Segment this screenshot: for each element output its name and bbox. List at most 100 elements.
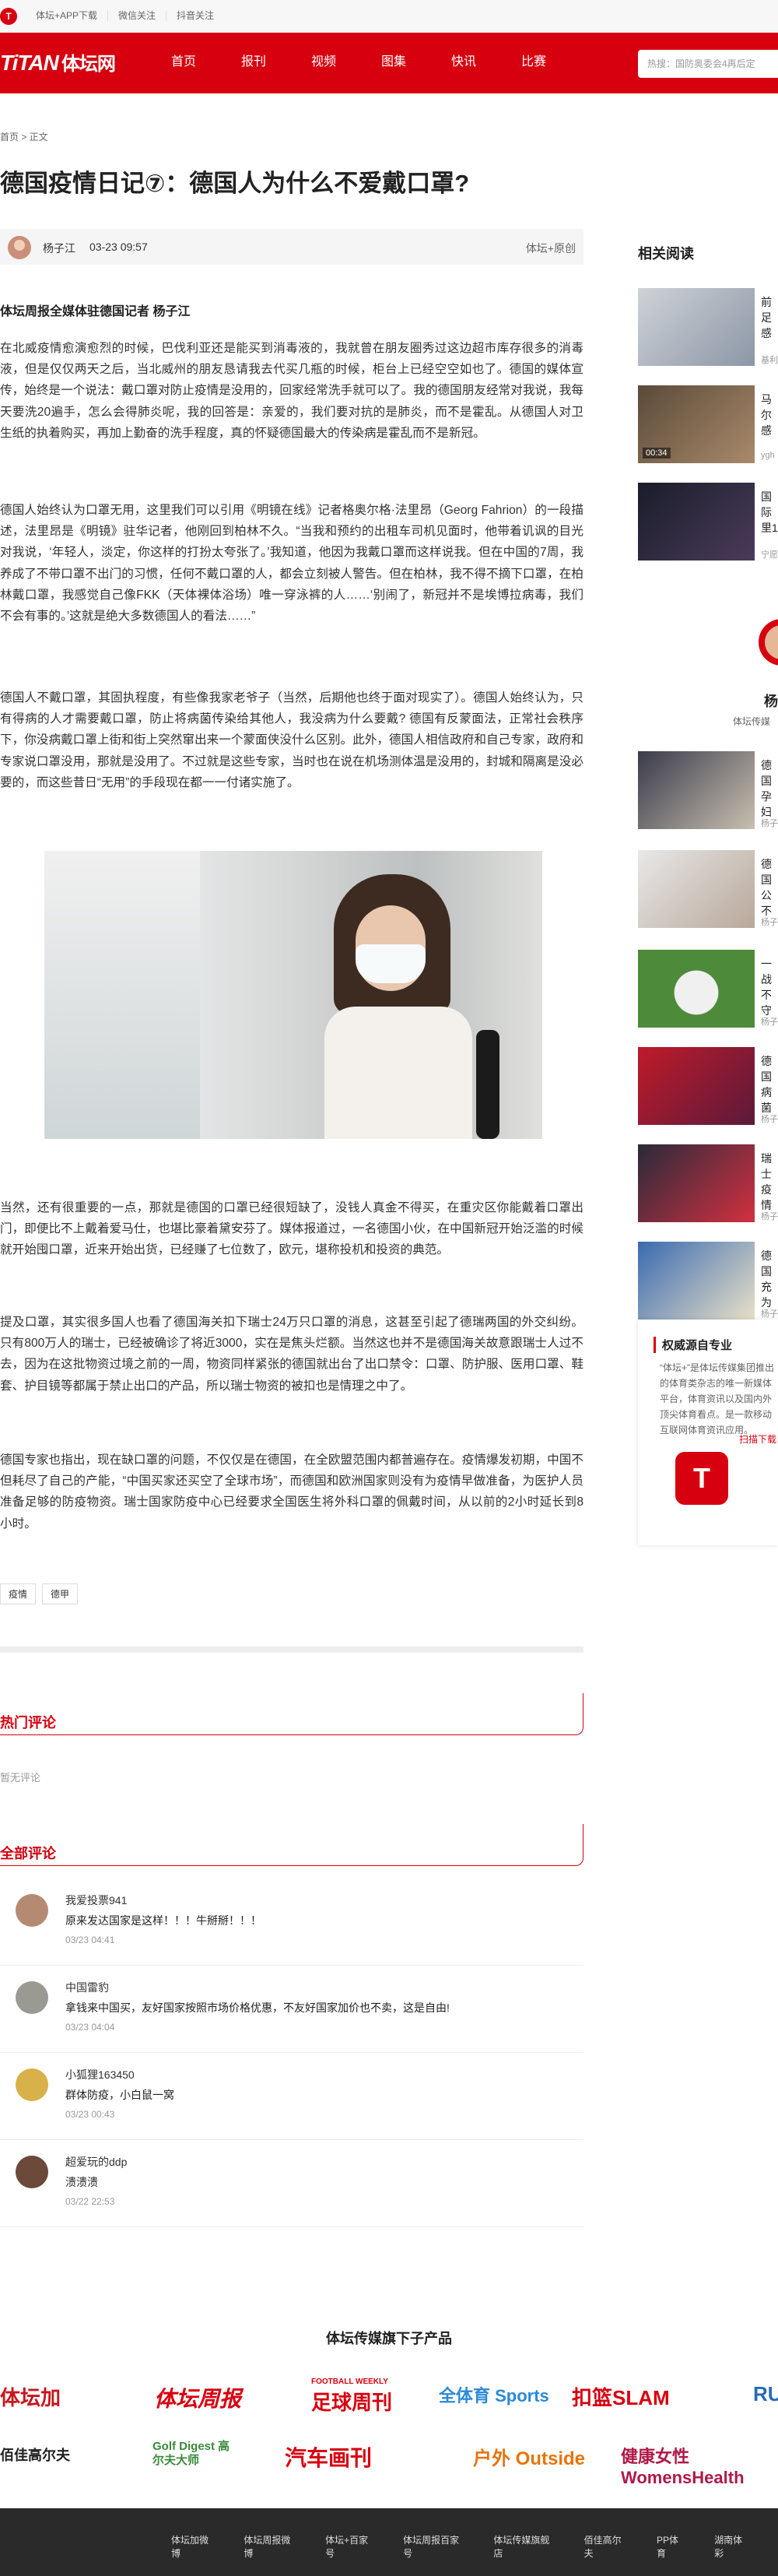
menu-home[interactable]: 首页 xyxy=(171,53,241,72)
menu-matches[interactable]: 比赛 xyxy=(521,53,591,72)
footer-link[interactable]: 体坛周报百家号 xyxy=(403,2533,465,2560)
video-duration: 00:34 xyxy=(643,448,671,459)
product-sports[interactable]: 全体育 Sports xyxy=(439,2382,549,2407)
related-title[interactable]: 前足感 xyxy=(761,294,778,341)
author-name[interactable]: 杨子江 xyxy=(43,241,75,256)
avatar[interactable] xyxy=(16,1894,48,1927)
avatar[interactable] xyxy=(16,2068,48,2101)
no-comments-text: 暂无评论 xyxy=(0,1772,41,1784)
footer-link[interactable]: 体坛加微博 xyxy=(171,2533,216,2560)
footer-links: 体坛加微博 体坛周报微博 体坛+百家号 体坛周报百家号 体坛传媒旗舰店 佰佳高尔… xyxy=(171,2533,778,2560)
footer-link[interactable]: 佰佳高尔夫 xyxy=(584,2533,629,2560)
comment-date: 03/23 04:41 xyxy=(65,1935,115,1945)
related-thumb: 00:34 xyxy=(638,385,755,463)
tag-epidemic[interactable]: 疫情 xyxy=(0,1583,37,1604)
related-item[interactable]: 国际里1 宁愿 xyxy=(638,483,778,561)
product-tiyujia[interactable]: 体坛加 xyxy=(0,2382,61,2411)
author-article-title[interactable]: 德国孕妇 xyxy=(761,757,778,820)
related-item[interactable]: 00:34 马尔感 ygh xyxy=(638,385,778,463)
author-article-item[interactable]: 瑞士疫情 杨子 xyxy=(638,1144,778,1222)
menu-news-flash[interactable]: 快讯 xyxy=(451,53,521,72)
product-golf-digest[interactable]: Golf Digest 高尔夫大师 xyxy=(152,2440,238,2468)
product-ru[interactable]: RU xyxy=(753,2382,778,2406)
menu-newspaper[interactable]: 报刊 xyxy=(241,53,311,72)
author-article-item[interactable]: 一战不守 杨子 xyxy=(638,950,778,1028)
menu-video[interactable]: 视频 xyxy=(311,53,381,72)
product-auto-pictorial[interactable]: 汽车画刊 xyxy=(285,2441,372,2472)
product-outside[interactable]: 户外 Outside xyxy=(473,2443,585,2470)
paragraph-6: 德国专家也指出，现在缺口罩的问题，不仅仅是在德国，在全欧盟范围内都普遍存在。疫情… xyxy=(0,1453,584,1530)
app-promo-title: 权威源自专业 xyxy=(654,1337,732,1353)
avatar[interactable] xyxy=(16,2156,48,2188)
search-input[interactable]: 热搜：国防奥委会4再后定 xyxy=(638,50,778,78)
author-profile-desc: 体坛传媒 xyxy=(733,716,771,727)
author-article-title[interactable]: 瑞士疫情 xyxy=(761,1151,778,1213)
comment-item: 中国雷豹 拿钱来中国买，友好国家按照市场价格优惠，不友好国家加价也不卖，这是自由… xyxy=(0,1966,584,2053)
scan-download-link[interactable]: 扫描下载 xyxy=(739,1432,776,1446)
comment-item: 超爱玩的ddp 溃溃溃 03/22 22:53 xyxy=(0,2140,584,2227)
app-logo-icon[interactable]: T xyxy=(675,1452,728,1505)
author-article-item[interactable]: 德国充为 杨子 xyxy=(638,1242,778,1320)
author-article-item[interactable]: 德国病菌 杨子 xyxy=(638,1047,778,1125)
tag-bundesliga[interactable]: 德甲 xyxy=(42,1583,79,1604)
site-logo-icon[interactable]: T xyxy=(0,8,17,25)
author-article-title[interactable]: 德国公不 xyxy=(761,856,778,919)
hot-comments-title: 热门评论 xyxy=(0,1715,56,1731)
sub-products-title: 体坛传媒旗下子产品 xyxy=(326,2331,452,2346)
author-article-item[interactable]: 德国公不 杨子 xyxy=(638,850,778,928)
footer-link[interactable]: 体坛传媒旗舰店 xyxy=(493,2533,555,2560)
wechat-follow-link[interactable]: 微信关注 xyxy=(107,10,166,21)
related-title[interactable]: 国际里1 xyxy=(761,489,778,536)
author-article-source: 杨子 xyxy=(761,1212,778,1221)
footer-link[interactable]: 体坛+百家号 xyxy=(325,2533,375,2560)
paragraph-1: 在北威疫情愈演愈烈的时候，巴伐利亚还是能买到消毒液的，我就曾在朋友圈秀过这边超市… xyxy=(0,342,584,440)
hot-comments-header: 热门评论 xyxy=(0,1693,584,1735)
all-comments-title: 全部评论 xyxy=(0,1846,56,1861)
footer-link[interactable]: PP体育 xyxy=(657,2533,686,2560)
comment-user[interactable]: 中国雷豹 xyxy=(65,1980,109,1995)
douyin-follow-link[interactable]: 抖音关注 xyxy=(166,10,224,21)
comment-user[interactable]: 我爱投票941 xyxy=(65,1892,127,1908)
related-thumb xyxy=(638,288,755,366)
comment-user[interactable]: 小狐狸163450 xyxy=(65,2067,135,2082)
product-football-weekly[interactable]: 足球周刊 xyxy=(311,2387,392,2416)
product-titan-weekly[interactable]: 体坛周报 xyxy=(154,2382,241,2413)
paragraph-2: 德国人始终认为口罩无用，这里我们可以引用《明镜在线》记者格奥尔格·法里昂（Geo… xyxy=(0,504,584,624)
product-baijia-golf[interactable]: 佰佳高尔夫 xyxy=(0,2444,70,2465)
footer: 体坛加微博 体坛周报微博 体坛+百家号 体坛周报百家号 体坛传媒旗舰店 佰佳高尔… xyxy=(0,2508,778,2576)
app-promo-card: 权威源自专业 “体坛+”是体坛传媒集团推出的体育类杂志的唯一新媒体平台，体育资讯… xyxy=(638,1320,778,1545)
product-slam[interactable]: 扣篮SLAM xyxy=(572,2382,670,2411)
author-article-title[interactable]: 德国病菌 xyxy=(761,1053,778,1116)
related-title[interactable]: 马尔感 xyxy=(761,392,778,438)
footer-link[interactable]: 湖南体彩 xyxy=(714,2533,750,2560)
author-article-source: 杨子 xyxy=(761,819,778,828)
paragraph-5: 提及口罩，其实很多国人也看了德国海关扣下瑞士24万只口罩的消息，这甚至引起了德瑞… xyxy=(0,1316,584,1393)
comment-text: 溃溃溃 xyxy=(65,2176,98,2188)
author-article-source: 杨子 xyxy=(761,1309,778,1319)
logo-latin: TiTAN xyxy=(0,51,59,75)
comment-item: 我爱投票941 原来发达国家是这样！！！牛掰掰！！！ 03/23 04:41 xyxy=(0,1878,584,1966)
comment-item: 小狐狸163450 群体防疫，小白鼠一窝 03/23 00:43 xyxy=(0,2053,584,2140)
avatar[interactable] xyxy=(16,1981,48,2014)
article-photo-masked-woman xyxy=(44,851,542,1139)
sidebar: 相关阅读 xyxy=(638,243,778,263)
titan-logo[interactable]: TiTAN 体坛网 xyxy=(0,48,124,78)
comment-date: 03/23 00:43 xyxy=(65,2109,115,2120)
top-links: 体坛+APP下载 微信关注 抖音关注 xyxy=(36,10,224,21)
author-avatar[interactable] xyxy=(8,236,31,259)
comment-user[interactable]: 超爱玩的ddp xyxy=(65,2154,127,2170)
author-article-title[interactable]: 德国充为 xyxy=(761,1248,778,1310)
menu-gallery[interactable]: 图集 xyxy=(381,53,451,72)
author-profile-name[interactable]: 杨 xyxy=(764,691,778,711)
footer-link[interactable]: 体坛周报微博 xyxy=(244,2533,297,2560)
author-profile-avatar[interactable] xyxy=(759,619,778,666)
article: 德国疫情日记⑦：德国人为什么不爱戴口罩? 杨子江 03-23 09:57 体坛+… xyxy=(0,167,584,318)
author-article-title[interactable]: 一战不守 xyxy=(761,956,778,1018)
app-download-link[interactable]: 体坛+APP下载 xyxy=(36,10,107,21)
all-comments-header: 全部评论 xyxy=(0,1824,584,1866)
paragraph-4: 当然，还有很重要的一点，那就是德国的口罩已经很短缺了，没钱人真金不得买，在重灾区… xyxy=(0,1201,584,1257)
related-item[interactable]: 前足感 基利 xyxy=(638,288,778,366)
product-womens-health[interactable]: 健康女性 WomensHealth xyxy=(621,2443,778,2488)
author-article-item[interactable]: 德国孕妇 杨子 xyxy=(638,751,778,829)
comment-text: 群体防疫，小白鼠一窝 xyxy=(65,2089,174,2101)
